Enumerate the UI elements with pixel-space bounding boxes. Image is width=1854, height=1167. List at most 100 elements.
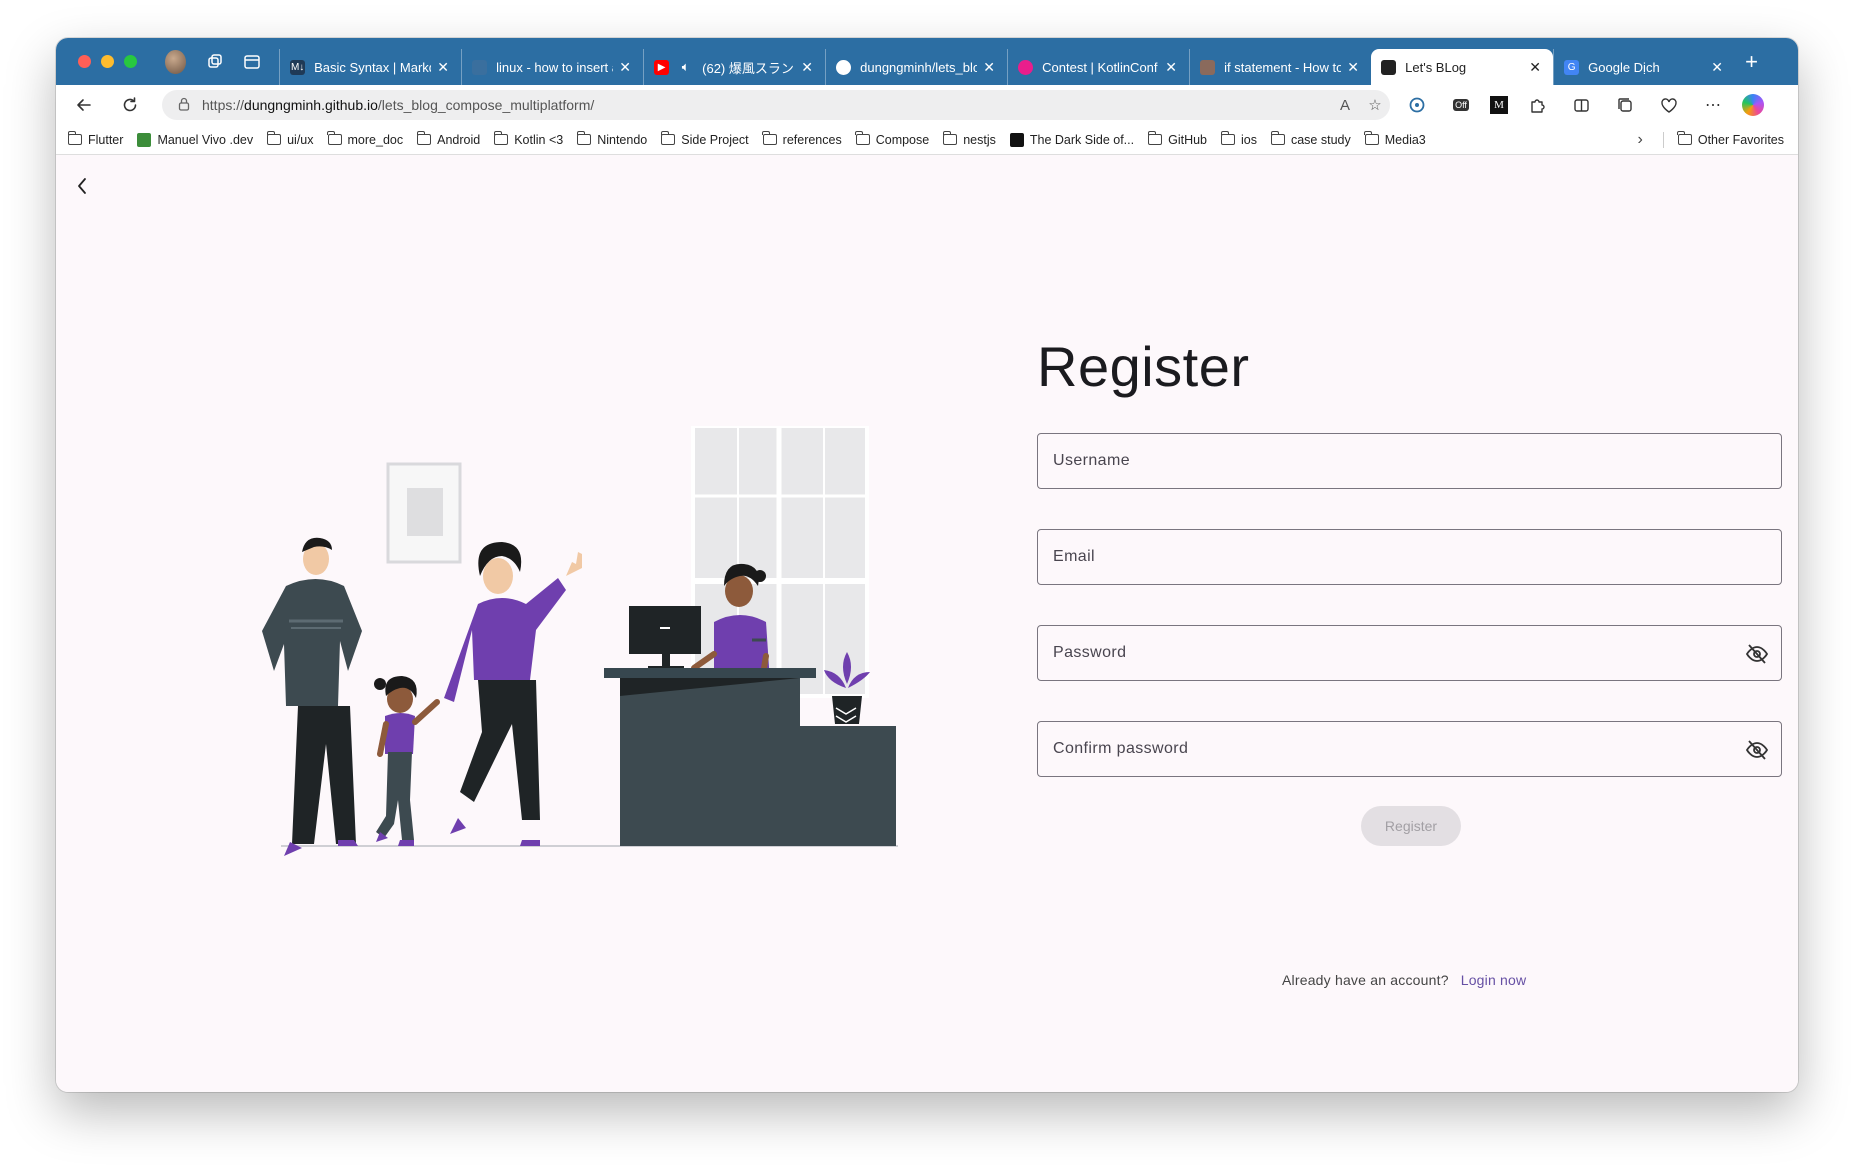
- site-favicon-icon: [1009, 132, 1024, 147]
- browser-health-icon[interactable]: [1654, 91, 1684, 119]
- password-label: Password: [1053, 644, 1127, 661]
- lock-icon[interactable]: [178, 97, 190, 114]
- bookmark-github[interactable]: GitHub: [1147, 131, 1207, 147]
- folder-icon: [1677, 131, 1692, 145]
- bookmark-nestjs[interactable]: nestjs: [942, 131, 996, 147]
- google-translate-favicon-icon: G: [1564, 59, 1580, 75]
- bookmark-case-study[interactable]: case study: [1270, 131, 1351, 147]
- address-bar[interactable]: https://dungngminh.github.io/lets_blog_c…: [162, 90, 1390, 120]
- tab-list: M↓ Basic Syntax | Markdown ✕ linux - how…: [279, 38, 1798, 85]
- username-field[interactable]: Username: [1037, 433, 1782, 489]
- close-tab-icon[interactable]: ✕: [799, 59, 815, 76]
- close-tab-icon[interactable]: ✕: [1345, 59, 1361, 76]
- eye-off-icon[interactable]: [1745, 642, 1769, 666]
- back-button[interactable]: [66, 90, 102, 120]
- bookmark-android[interactable]: Android: [416, 131, 480, 147]
- tab-if-statement[interactable]: if statement - How to ✕: [1189, 49, 1371, 85]
- bookmark-dark-side[interactable]: The Dark Side of...: [1009, 132, 1134, 147]
- tab-strip: M↓ Basic Syntax | Markdown ✕ linux - how…: [56, 38, 1798, 85]
- github-favicon-icon: [836, 59, 852, 75]
- bookmark-kotlin[interactable]: Kotlin <3: [493, 131, 563, 147]
- close-window-button[interactable]: [78, 55, 91, 68]
- close-tab-icon[interactable]: ✕: [1163, 59, 1179, 76]
- tab-github[interactable]: dungngminh/lets_blog ✕: [825, 49, 1007, 85]
- chevron-right-icon[interactable]: ›: [1638, 131, 1643, 149]
- footer-prompt-text: Already have an account?: [1282, 972, 1449, 988]
- tab-youtube[interactable]: ▶ 🔈︎ (62) 爆風スランプ ✕: [643, 49, 825, 85]
- page-title: Register: [1037, 335, 1250, 398]
- bookmarks-bar: Flutter Manuel Vivo .dev ui/ux more_doc …: [56, 125, 1798, 155]
- register-button[interactable]: Register: [1361, 806, 1461, 846]
- browser-window: M↓ Basic Syntax | Markdown ✕ linux - how…: [56, 38, 1798, 1092]
- extensions-puzzle-icon[interactable]: [1522, 91, 1552, 119]
- copilot-icon[interactable]: [1742, 94, 1764, 116]
- bookmark-media3[interactable]: Media3: [1364, 131, 1426, 147]
- login-prompt: Already have an account? Login now: [1282, 972, 1526, 988]
- password-field[interactable]: Password: [1037, 625, 1782, 681]
- confirm-password-field[interactable]: Confirm password: [1037, 721, 1782, 777]
- bookmark-ios[interactable]: ios: [1220, 131, 1257, 147]
- url-text[interactable]: https://dungngminh.github.io/lets_blog_c…: [202, 97, 1330, 113]
- close-tab-icon[interactable]: ✕: [617, 59, 633, 76]
- tab-lets-blog[interactable]: Let's BLog ✕: [1371, 49, 1554, 85]
- reload-icon: [123, 97, 137, 112]
- workspaces-icon[interactable]: [206, 51, 225, 73]
- close-tab-icon[interactable]: ✕: [1709, 59, 1725, 76]
- maximize-window-button[interactable]: [124, 55, 137, 68]
- bookmark-flutter[interactable]: Flutter: [67, 131, 123, 147]
- bookmarks-divider: [1662, 131, 1664, 148]
- family-registration-illustration: [262, 426, 898, 856]
- bookmark-compose[interactable]: Compose: [855, 131, 929, 147]
- medium-extension-icon[interactable]: M: [1490, 96, 1508, 114]
- bookmark-manuel-vivo[interactable]: Manuel Vivo .dev: [137, 132, 253, 147]
- new-tab-button[interactable]: +: [1745, 49, 1758, 75]
- close-tab-icon[interactable]: ✕: [981, 59, 997, 76]
- more-menu-icon[interactable]: ⋯: [1698, 91, 1728, 119]
- bookmark-more-doc[interactable]: more_doc: [327, 131, 403, 147]
- profile-avatar[interactable]: [165, 49, 186, 74]
- bookmark-other-favorites[interactable]: Other Favorites: [1677, 131, 1784, 147]
- favorite-star-icon[interactable]: ☆: [1360, 96, 1390, 114]
- close-tab-icon[interactable]: ✕: [435, 59, 451, 76]
- tab-kotlinconf[interactable]: Contest | KotlinConf 2 ✕: [1007, 49, 1189, 85]
- tab-actions-icon[interactable]: [242, 51, 261, 73]
- folder-icon: [660, 131, 676, 145]
- man-illustration: [262, 537, 362, 856]
- username-label: Username: [1053, 452, 1131, 469]
- minimize-window-button[interactable]: [101, 55, 114, 68]
- folder-icon: [327, 131, 342, 145]
- reload-button[interactable]: [112, 90, 148, 120]
- browser-essentials-icon[interactable]: [1402, 91, 1432, 119]
- speaker-icon[interactable]: 🔈︎: [678, 59, 693, 75]
- eye-off-icon[interactable]: [1745, 738, 1769, 762]
- folder-icon: [762, 131, 777, 145]
- girl-illustration: [374, 676, 440, 846]
- tab-google-translate[interactable]: G Google Dịch ✕: [1553, 49, 1735, 85]
- chevron-left-icon: [78, 178, 86, 194]
- markdown-favicon-icon: M↓: [290, 59, 306, 75]
- bookmark-references[interactable]: references: [762, 131, 842, 147]
- folder-icon: [493, 131, 509, 145]
- bookmark-nintendo[interactable]: Nintendo: [576, 131, 647, 147]
- extension-icons: Off M ⋯: [1402, 91, 1764, 119]
- folder-icon: [1147, 131, 1163, 145]
- folder-icon: [416, 131, 432, 145]
- collections-icon[interactable]: [1610, 91, 1640, 119]
- read-aloud-icon[interactable]: A: [1330, 97, 1360, 114]
- computer-illustration: [629, 606, 701, 670]
- split-screen-icon[interactable]: [1566, 91, 1596, 119]
- browser-toolbar: https://dungngminh.github.io/lets_blog_c…: [56, 85, 1798, 125]
- email-field[interactable]: Email: [1037, 529, 1782, 585]
- tab-basic-syntax[interactable]: M↓ Basic Syntax | Markdown ✕: [279, 49, 461, 85]
- tab-linux-insert[interactable]: linux - how to insert a ✕: [461, 49, 643, 85]
- login-now-link[interactable]: Login now: [1461, 972, 1527, 988]
- back-arrow-button[interactable]: [70, 174, 94, 198]
- close-tab-icon[interactable]: ✕: [1527, 59, 1543, 76]
- folder-icon: [1220, 131, 1235, 145]
- folder-icon: [266, 131, 282, 145]
- folder-icon: [1364, 131, 1379, 145]
- off-extension-icon[interactable]: Off: [1446, 91, 1476, 119]
- woman-illustration: [444, 542, 582, 846]
- bookmark-uiux[interactable]: ui/ux: [266, 131, 314, 147]
- bookmark-side-project[interactable]: Side Project: [660, 131, 749, 147]
